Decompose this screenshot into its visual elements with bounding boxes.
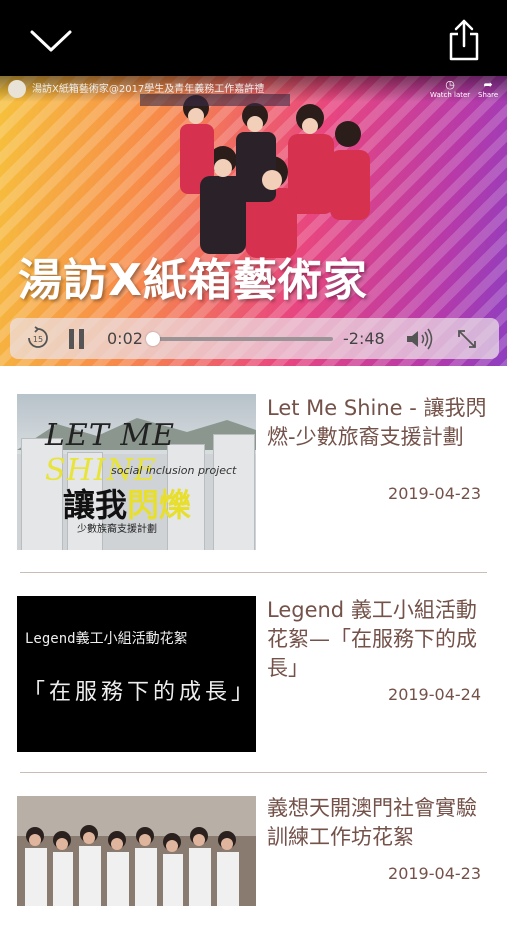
thumbnail-subtext: 「在服務下的成長」 xyxy=(23,680,256,705)
item-title[interactable]: Legend 義工小組活動花絮—「在服務下的成長」 xyxy=(267,596,495,683)
chevron-down-icon[interactable] xyxy=(28,22,74,56)
thumbnail-subtext: social inclusion project xyxy=(111,464,237,477)
thumbnail-group-photo xyxy=(17,796,256,906)
item-date: 2019-04-23 xyxy=(388,864,481,883)
volume-icon[interactable] xyxy=(405,328,435,350)
watch-later-label: Watch later xyxy=(430,91,471,99)
item-date: 2019-04-23 xyxy=(388,484,481,503)
item-title[interactable]: 義想天開澳門社會實驗訓練工作坊花絮 xyxy=(267,794,495,852)
remaining-time: -2:48 xyxy=(343,329,385,348)
channel-avatar xyxy=(8,80,26,98)
thumbnail-caption: 少數族裔支援計劃 xyxy=(77,524,157,535)
video-caption-title: 湯訪X紙箱藝術家 xyxy=(18,255,368,306)
player-top-bar xyxy=(0,0,507,76)
video-overlay-title: 湯訪X紙箱藝術家@2017學生及青年義務工作嘉許禮 xyxy=(32,84,265,95)
clock-icon: ◷ xyxy=(445,78,455,91)
share-icon[interactable] xyxy=(445,18,483,62)
list-item[interactable]: Legend義工小組活動花絮 「在服務下的成長」 Legend 義工小組活動花絮… xyxy=(0,572,507,752)
forward-arrow-icon: ➦ xyxy=(483,78,493,91)
list-item[interactable]: LET ME SHINE social inclusion project 讓我… xyxy=(0,366,507,550)
video-share-button[interactable]: ➦ Share xyxy=(478,78,498,99)
current-time: 0:02 xyxy=(107,329,143,348)
svg-text:15: 15 xyxy=(33,335,43,344)
playback-controls: 15 0:02 -2:48 xyxy=(10,318,499,359)
video-share-label: Share xyxy=(478,91,499,99)
video-thumbnail: Legend義工小組活動花絮 「在服務下的成長」 xyxy=(17,596,256,752)
watch-later-button[interactable]: ◷ Watch later xyxy=(430,78,470,99)
scrubber-track[interactable] xyxy=(151,337,333,341)
pause-icon[interactable] xyxy=(67,328,87,350)
skip-back-15-icon[interactable]: 15 xyxy=(26,326,50,350)
item-title[interactable]: Let Me Shine - 讓我閃燃-少數旅裔支援計劃 xyxy=(267,394,495,452)
thumbnail-text: Legend義工小組活動花絮 xyxy=(25,631,188,647)
video-thumbnail: LET ME SHINE social inclusion project 讓我… xyxy=(17,394,256,550)
scrubber-thumb[interactable] xyxy=(145,332,160,346)
thumbnail-text: LET ME SHINE xyxy=(45,418,175,488)
video-thumbnail xyxy=(17,796,256,906)
fullscreen-icon[interactable] xyxy=(456,328,478,350)
list-item[interactable]: 義想天開澳門社會實驗訓練工作坊花絮 2019-04-23 xyxy=(0,772,507,952)
item-date: 2019-04-24 xyxy=(388,685,481,704)
